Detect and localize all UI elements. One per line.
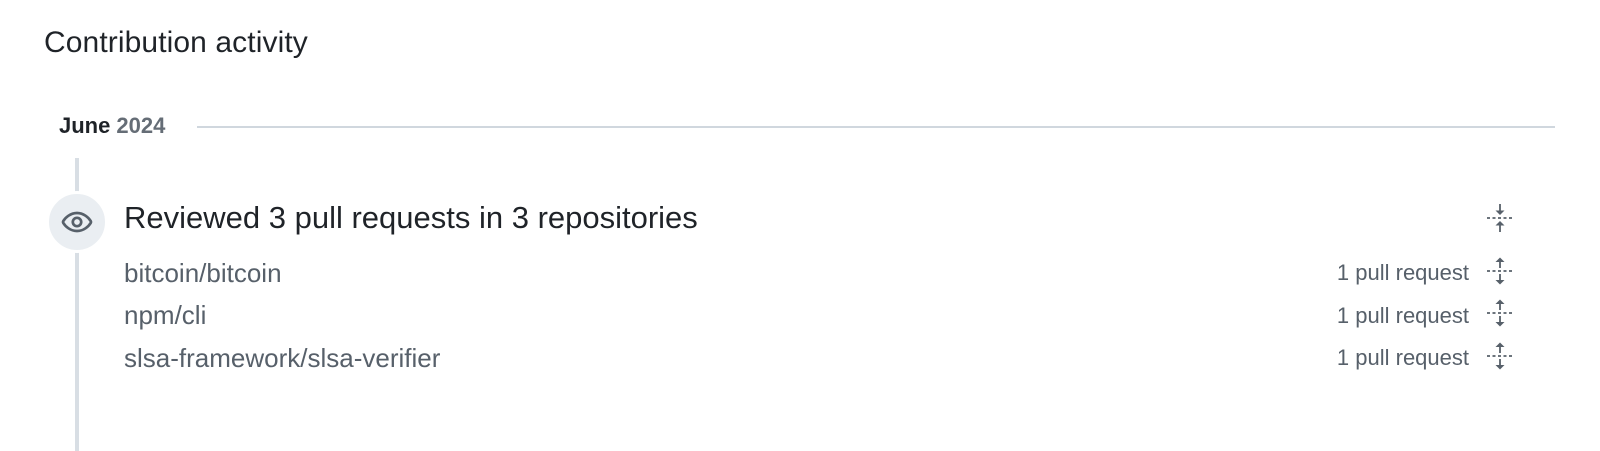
collapse-button[interactable] bbox=[1484, 202, 1516, 239]
repo-link-slsa-verifier[interactable]: slsa-framework/slsa-verifier bbox=[124, 343, 440, 374]
repo-link-bitcoin[interactable]: bitcoin/bitcoin bbox=[124, 258, 282, 289]
expand-button[interactable] bbox=[1484, 342, 1516, 374]
fold-icon bbox=[1485, 202, 1515, 239]
event-title: Reviewed 3 pull requests in 3 repositori… bbox=[124, 200, 698, 235]
repo-row: npm/cli 1 pull request bbox=[124, 295, 1516, 338]
repo-row: slsa-framework/slsa-verifier 1 pull requ… bbox=[124, 337, 1516, 380]
eye-icon bbox=[61, 206, 93, 238]
unfold-icon bbox=[1485, 297, 1515, 334]
month-label: June 2024 bbox=[59, 113, 165, 139]
repo-link-npm-cli[interactable]: npm/cli bbox=[124, 300, 206, 331]
pull-request-count: 1 pull request bbox=[1336, 302, 1469, 328]
event-badge bbox=[46, 191, 108, 253]
pull-request-count: 1 pull request bbox=[1336, 345, 1469, 371]
pull-request-count: 1 pull request bbox=[1336, 260, 1469, 286]
expand-button[interactable] bbox=[1484, 257, 1516, 289]
unfold-icon bbox=[1485, 255, 1515, 292]
unfold-icon bbox=[1485, 340, 1515, 377]
expand-button[interactable] bbox=[1484, 297, 1516, 334]
month-header: June 2024 bbox=[59, 111, 1555, 141]
repo-list: bitcoin/bitcoin 1 pull request npm/cli 1… bbox=[124, 252, 1516, 380]
repo-row: bitcoin/bitcoin 1 pull request bbox=[124, 252, 1516, 295]
month-year: 2024 bbox=[116, 113, 166, 138]
section-title: Contribution activity bbox=[44, 26, 308, 59]
month-divider bbox=[197, 126, 1555, 128]
month-name: June bbox=[59, 113, 111, 138]
